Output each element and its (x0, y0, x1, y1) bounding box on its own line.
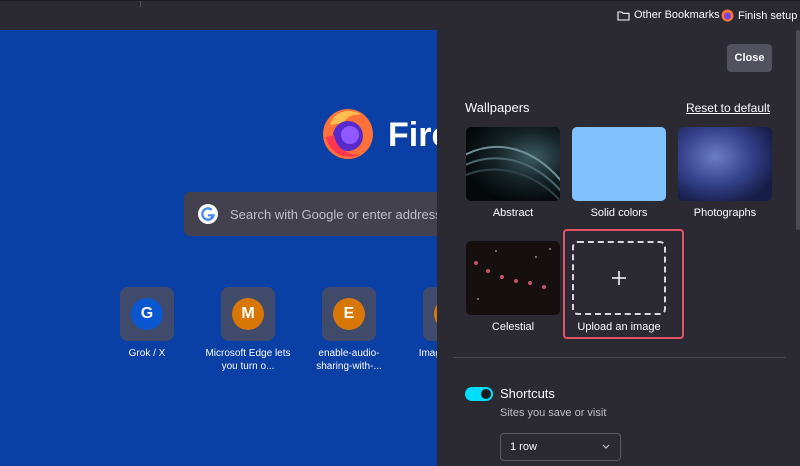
wallpaper-thumbnail (678, 127, 772, 201)
toggle-knob (481, 389, 491, 399)
shortcut-label: enable-audio-sharing-with-... (316, 348, 382, 372)
shortcut-tile-enable-audio[interactable]: E enable-audio-sharing-with-... (304, 287, 394, 373)
wallpaper-abstract[interactable]: Abstract (466, 127, 560, 219)
wallpaper-label: Photographs (693, 207, 757, 219)
finish-setup-label: Finish setup (738, 9, 798, 22)
shortcut-letter: E (333, 298, 365, 330)
wallpaper-label: Abstract (492, 207, 534, 219)
shortcut-label: Microsoft Edge lets you turn o... (205, 348, 291, 372)
wallpaper-label: Solid colors (590, 207, 648, 219)
firefox-logo-icon (323, 109, 373, 159)
search-input[interactable]: Search with Google or enter address (230, 207, 442, 222)
wallpaper-photographs[interactable]: Photographs (678, 127, 772, 219)
folder-icon (617, 10, 630, 21)
shortcuts-heading: Shortcuts (500, 386, 555, 401)
google-icon (198, 204, 218, 224)
shortcuts-subtitle: Sites you save or visit (500, 407, 607, 419)
plus-icon (612, 271, 626, 285)
bookmarks-toolbar: Other Bookmarks Finish setup (0, 0, 800, 30)
wallpapers-heading: Wallpapers (465, 100, 530, 115)
wallpaper-celestial[interactable]: Celestial (466, 241, 560, 333)
shortcut-tile-grok[interactable]: G Grok / X (102, 287, 192, 360)
toolbar-separator (140, 1, 141, 7)
rows-select-value: 1 row (510, 441, 537, 453)
shortcut-letter: G (131, 298, 163, 330)
wallpaper-thumbnail (466, 241, 560, 315)
moon-phases-icon (474, 248, 551, 300)
wallpaper-thumbnail (572, 127, 666, 201)
firefox-icon (721, 9, 734, 22)
shortcut-label: Grok / X (128, 348, 166, 359)
wallpaper-solid-colors[interactable]: Solid colors (572, 127, 666, 219)
shortcut-rows-select[interactable]: 1 row (500, 433, 621, 461)
shortcut-tile-bg: G (120, 287, 174, 341)
close-button[interactable]: Close (727, 44, 772, 72)
finish-setup-button[interactable]: Finish setup (721, 9, 797, 22)
reset-to-default-link[interactable]: Reset to default (686, 101, 770, 115)
other-bookmarks-button[interactable]: Other Bookmarks (617, 9, 720, 21)
wallpaper-thumbnail (466, 127, 560, 201)
other-bookmarks-label: Other Bookmarks (634, 9, 720, 21)
shortcut-letter: M (232, 298, 264, 330)
shortcut-tile-bg: M (221, 287, 275, 341)
chevron-down-icon (602, 444, 610, 449)
wallpaper-label: Upload an image (577, 321, 661, 333)
wallpaper-label: Celestial (491, 321, 535, 333)
customize-panel: Close Wallpapers Reset to default Abstra… (437, 30, 800, 466)
upload-drop-zone[interactable] (572, 241, 666, 315)
shortcut-tile-microsoft-edge[interactable]: M Microsoft Edge lets you turn o... (203, 287, 293, 373)
upload-image-button[interactable]: Upload an image (572, 241, 666, 333)
shortcuts-toggle[interactable] (465, 387, 493, 401)
panel-divider (453, 357, 786, 358)
shortcut-tile-bg: E (322, 287, 376, 341)
abstract-pattern-icon (466, 146, 560, 201)
panel-scrollbar[interactable] (796, 30, 800, 230)
